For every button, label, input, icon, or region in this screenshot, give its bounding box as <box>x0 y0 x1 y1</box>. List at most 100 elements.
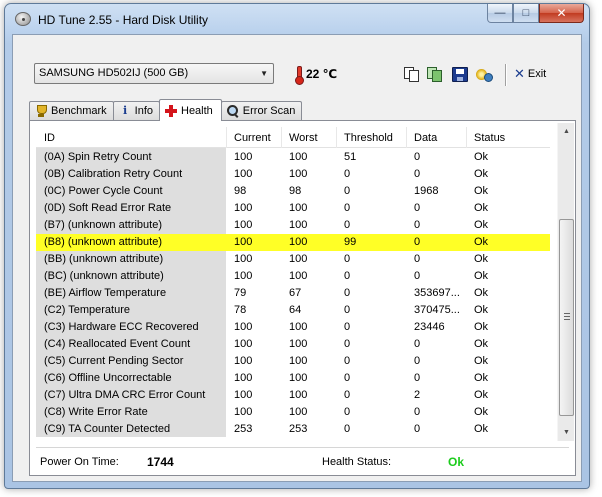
cell-status: Ok <box>474 185 489 197</box>
maximize-button[interactable]: □ <box>513 4 539 23</box>
table-row[interactable]: (C2) Temperature 78 64 0 370475... Ok <box>36 302 550 319</box>
tab-benchmark-label: Benchmark <box>51 105 107 117</box>
column-header-data[interactable]: Data <box>414 132 437 144</box>
column-header-current[interactable]: Current <box>234 132 271 144</box>
cell-data: 0 <box>414 406 421 418</box>
column-divider <box>226 127 227 148</box>
scroll-up-arrow-icon[interactable]: ▲ <box>558 123 575 140</box>
scroll-down-arrow-icon[interactable]: ▼ <box>558 424 575 441</box>
trophy-icon <box>35 105 47 117</box>
table-row[interactable]: (0A) Spin Retry Count 100 100 51 0 Ok <box>36 149 550 166</box>
cell-data: 0 <box>414 270 421 282</box>
vertical-scrollbar[interactable]: ▲ ▼ <box>557 123 574 441</box>
tab-error-scan[interactable]: Error Scan <box>220 101 303 120</box>
tab-strip: Benchmark Info Health Error Scan <box>29 99 303 121</box>
client-area: SAMSUNG HD502IJ (500 GB) ▼ 22 ℃ ✕ Exit B… <box>12 34 582 482</box>
tab-info[interactable]: Info <box>112 101 160 120</box>
table-row[interactable]: (BC) (unknown attribute) 100 100 0 0 Ok <box>36 268 550 285</box>
cell-status: Ok <box>474 219 489 231</box>
cell-current: 100 <box>234 321 253 333</box>
smart-attributes-table[interactable]: ID Current Worst Threshold Data Status (… <box>36 127 550 443</box>
disk-app-icon[interactable] <box>15 12 31 26</box>
close-button[interactable]: ✕ <box>539 4 584 23</box>
health-status-label: Health Status: <box>322 456 392 468</box>
temperature-value: 22 ℃ <box>306 67 338 81</box>
cell-worst: 100 <box>289 168 308 180</box>
table-row[interactable]: (C3) Hardware ECC Recovered 100 100 0 23446 O… <box>36 319 550 336</box>
cell-current: 100 <box>234 168 253 180</box>
cell-threshold: 0 <box>344 270 351 282</box>
cell-worst: 253 <box>289 423 308 435</box>
table-row[interactable]: (C8) Write Error Rate 100 100 0 0 Ok <box>36 404 550 421</box>
table-row[interactable]: (B7) (unknown attribute) 100 100 0 0 Ok <box>36 217 550 234</box>
cell-current: 100 <box>234 151 253 163</box>
cell-status: Ok <box>474 270 489 282</box>
minimize-button[interactable]: — <box>487 4 513 23</box>
table-row[interactable]: (0C) Power Cycle Count 98 98 0 1968 Ok <box>36 183 550 200</box>
tab-info-label: Info <box>134 105 153 117</box>
cell-current: 100 <box>234 202 253 214</box>
cell-data: 0 <box>414 423 421 435</box>
table-row[interactable]: (0D) Soft Read Error Rate 100 100 0 0 Ok <box>36 200 550 217</box>
cell-attribute-id: (C4) Reallocated Event Count <box>44 338 191 350</box>
exit-button[interactable]: ✕ Exit <box>514 67 546 81</box>
cell-status: Ok <box>474 372 489 384</box>
table-row[interactable]: (C9) TA Counter Detected 253 253 0 0 Ok <box>36 421 550 438</box>
table-row[interactable]: (BB) (unknown attribute) 100 100 0 0 Ok <box>36 251 550 268</box>
cell-attribute-id: (0C) Power Cycle Count <box>44 185 163 197</box>
cell-attribute-id: (B8) (unknown attribute) <box>44 236 162 248</box>
copy-screenshot-icon[interactable] <box>427 67 443 82</box>
cell-status: Ok <box>474 151 489 163</box>
tab-benchmark[interactable]: Benchmark <box>29 101 114 120</box>
cell-current: 100 <box>234 355 253 367</box>
drive-dropdown[interactable]: SAMSUNG HD502IJ (500 GB) ▼ <box>34 63 274 84</box>
table-row[interactable]: (C4) Reallocated Event Count 100 100 0 0 Ok <box>36 336 550 353</box>
column-header-threshold[interactable]: Threshold <box>344 132 393 144</box>
column-header-worst[interactable]: Worst <box>289 132 318 144</box>
column-divider <box>336 127 337 148</box>
table-row[interactable]: (B8) (unknown attribute) 100 100 99 0 Ok <box>36 234 550 251</box>
cell-current: 100 <box>234 372 253 384</box>
cell-threshold: 0 <box>344 321 351 333</box>
cell-worst: 67 <box>289 287 302 299</box>
cell-data: 0 <box>414 253 421 265</box>
table-row[interactable]: (BE) Airflow Temperature 79 67 0 353697... Ok <box>36 285 550 302</box>
cell-status: Ok <box>474 355 489 367</box>
cell-threshold: 0 <box>344 338 351 350</box>
column-divider <box>406 127 407 148</box>
save-icon[interactable] <box>452 67 468 82</box>
cell-status: Ok <box>474 338 489 350</box>
scroll-thumb[interactable] <box>559 219 574 416</box>
title-bar[interactable]: HD Tune 2.55 - Hard Disk Utility — □ ✕ <box>5 4 589 34</box>
copy-text-icon[interactable] <box>404 67 420 82</box>
cell-worst: 98 <box>289 185 302 197</box>
info-icon <box>119 104 131 117</box>
cell-attribute-id: (BB) (unknown attribute) <box>44 253 164 265</box>
column-header-status[interactable]: Status <box>474 132 505 144</box>
table-row[interactable]: (0B) Calibration Retry Count 100 100 0 0 Ok <box>36 166 550 183</box>
cell-threshold: 0 <box>344 168 351 180</box>
cell-data: 0 <box>414 355 421 367</box>
tab-health[interactable]: Health <box>159 99 222 121</box>
cell-status: Ok <box>474 168 489 180</box>
cell-current: 100 <box>234 219 253 231</box>
cell-worst: 100 <box>289 389 308 401</box>
column-header-id[interactable]: ID <box>44 132 55 144</box>
cell-attribute-id: (C3) Hardware ECC Recovered <box>44 321 199 333</box>
cell-data: 0 <box>414 151 421 163</box>
cell-status: Ok <box>474 389 489 401</box>
cell-threshold: 0 <box>344 372 351 384</box>
cell-threshold: 0 <box>344 423 351 435</box>
cell-current: 100 <box>234 236 253 248</box>
cell-threshold: 0 <box>344 253 351 265</box>
table-row[interactable]: (C7) Ultra DMA CRC Error Count 100 100 0 2 Ok <box>36 387 550 404</box>
window-controls: — □ ✕ <box>487 4 584 24</box>
cell-data: 0 <box>414 219 421 231</box>
cell-status: Ok <box>474 202 489 214</box>
toolbar-separator <box>505 64 506 86</box>
options-icon[interactable] <box>476 67 493 82</box>
table-row[interactable]: (C6) Offline Uncorrectable 100 100 0 0 Ok <box>36 370 550 387</box>
table-row[interactable]: (C5) Current Pending Sector 100 100 0 0 Ok <box>36 353 550 370</box>
cell-worst: 100 <box>289 151 308 163</box>
cell-attribute-id: (0A) Spin Retry Count <box>44 151 152 163</box>
